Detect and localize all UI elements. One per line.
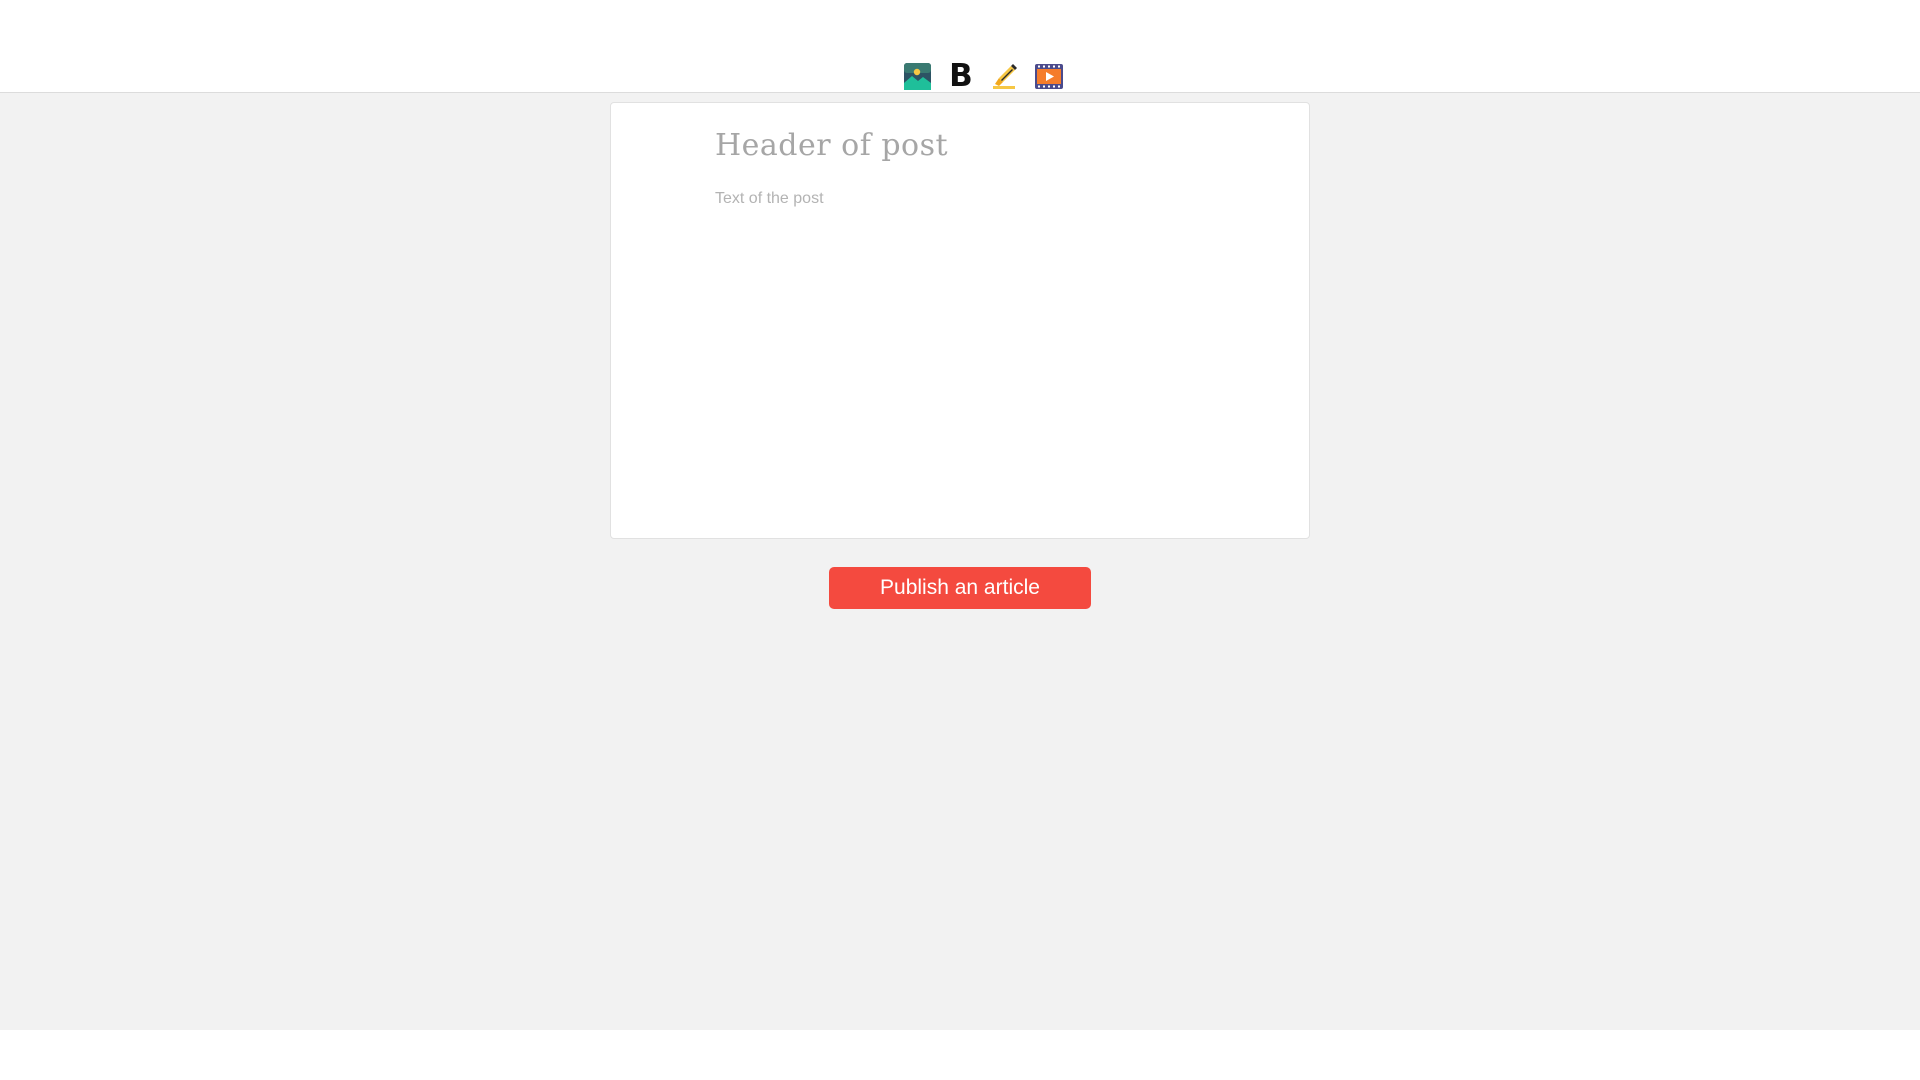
post-editor: Header of post Text of the post xyxy=(610,102,1310,539)
video-icon xyxy=(1035,63,1063,89)
toolbar-icons: B xyxy=(902,58,1064,94)
post-body-input[interactable]: Text of the post xyxy=(715,190,824,208)
insert-image-button[interactable] xyxy=(902,61,932,91)
workspace: Header of post Text of the post Publish … xyxy=(0,93,1920,1030)
bold-icon: B xyxy=(949,58,973,94)
post-title-input[interactable]: Header of post xyxy=(715,128,948,163)
bold-button[interactable]: B xyxy=(946,58,976,94)
highlight-button[interactable] xyxy=(990,61,1020,91)
publish-article-button[interactable]: Publish an article xyxy=(829,567,1091,609)
image-icon xyxy=(903,62,931,90)
highlighter-icon xyxy=(993,64,1017,89)
editor-toolbar: B xyxy=(0,0,1920,93)
insert-video-button[interactable] xyxy=(1034,61,1064,91)
bottom-band xyxy=(0,1030,1920,1080)
